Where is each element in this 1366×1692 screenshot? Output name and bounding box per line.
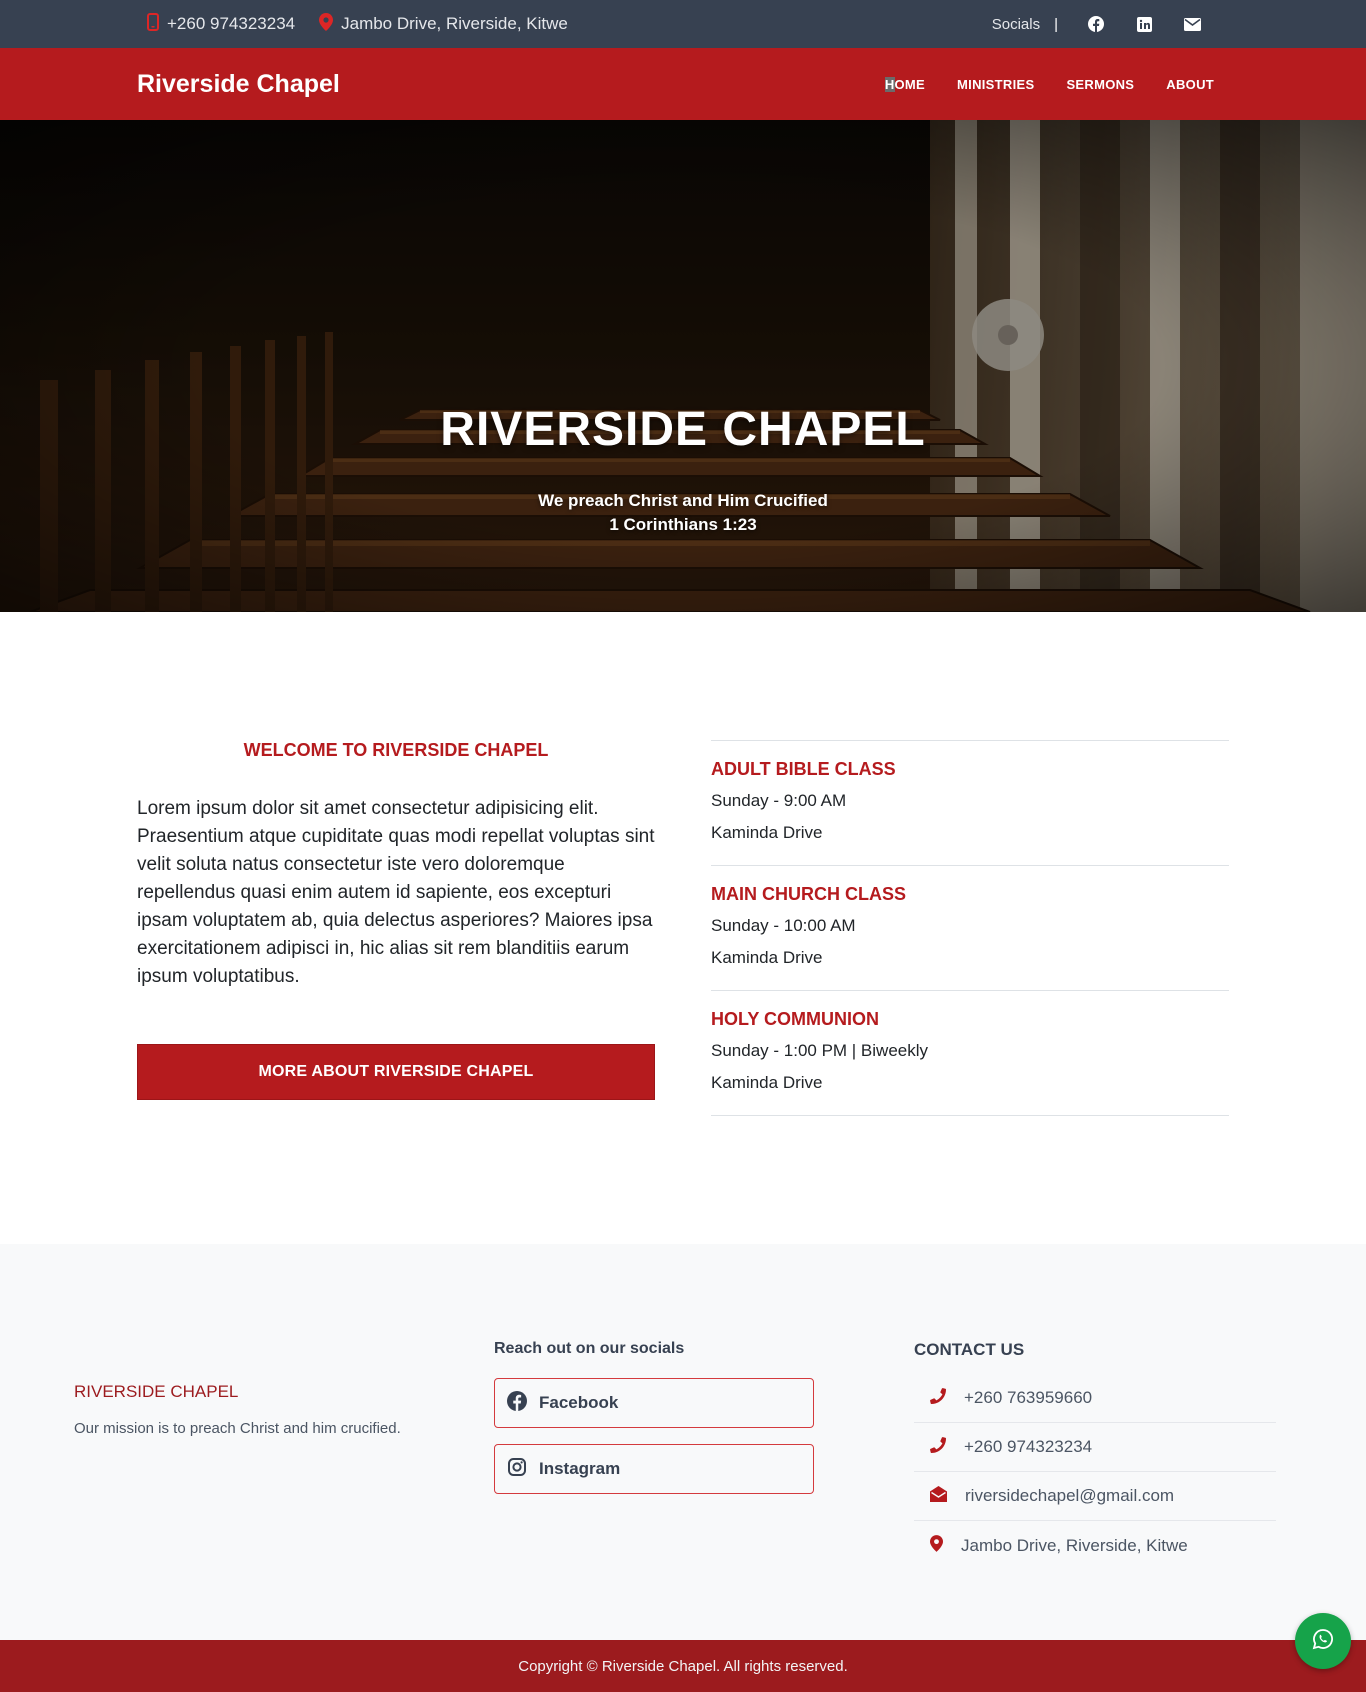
contact-phone-1[interactable]: +260 763959660 — [914, 1374, 1276, 1423]
hero-subtitle: We preach Christ and Him Crucified 1 Cor… — [0, 489, 1366, 537]
footer-contact: CONTACT US +260 763959660 +260 974323234… — [914, 1340, 1276, 1570]
service-item: HOLY COMMUNION Sunday - 1:00 PM | Biweek… — [711, 991, 1229, 1116]
service-location: Kaminda Drive — [711, 823, 823, 842]
socials-label: Socials — [991, 15, 1041, 33]
service-time: Sunday - 1:00 PM | Biweekly — [711, 1041, 929, 1060]
service-time: Sunday - 10:00 AM — [711, 916, 856, 935]
footer-brand: RIVERSIDE CHAPEL — [74, 1382, 239, 1401]
hero-title: RIVERSIDE CHAPEL — [440, 403, 926, 456]
contact-phone-1-text: +260 763959660 — [964, 1388, 1093, 1407]
welcome-section: WELCOME TO RIVERSIDE CHAPEL Lorem ipsum … — [137, 740, 655, 991]
topbar-address: Jambo Drive, Riverside, Kitwe — [319, 12, 568, 36]
envelope-open-icon — [930, 1485, 947, 1507]
service-location: Kaminda Drive — [711, 948, 823, 967]
nav-item-ministries[interactable]: MINISTRIES — [957, 77, 1034, 92]
topbar-phone[interactable]: +260 974323234 — [147, 12, 296, 36]
socials-separator: | — [1054, 15, 1058, 33]
mobile-phone-icon — [147, 12, 159, 36]
nav-menu: HOME MINISTRIES SERMONS ABOUT — [885, 48, 1214, 120]
footer-about: RIVERSIDE CHAPEL Our mission is to preac… — [74, 1382, 401, 1437]
facebook-icon — [507, 1390, 527, 1416]
nav-item-sermons[interactable]: SERMONS — [1066, 77, 1134, 92]
contact-phone-2-text: +260 974323234 — [964, 1437, 1093, 1456]
service-schedule: ADULT BIBLE CLASS Sunday - 9:00 AM Kamin… — [711, 740, 1229, 1116]
footer-mission: Our mission is to preach Christ and him … — [74, 1420, 401, 1437]
service-title: HOLY COMMUNION — [711, 1009, 880, 1029]
map-marker-icon — [319, 12, 334, 36]
contact-address-text: Jambo Drive, Riverside, Kitwe — [961, 1535, 1188, 1555]
whatsapp-button[interactable] — [1295, 1613, 1351, 1669]
whatsapp-icon — [1312, 1628, 1334, 1655]
contact-email[interactable]: riversidechapel@gmail.com — [914, 1472, 1276, 1521]
service-title: ADULT BIBLE CLASS — [711, 759, 896, 779]
service-item: MAIN CHURCH CLASS Sunday - 10:00 AM Kami… — [711, 866, 1229, 991]
service-item: ADULT BIBLE CLASS Sunday - 9:00 AM Kamin… — [711, 741, 1229, 866]
site-footer: RIVERSIDE CHAPEL Our mission is to preac… — [0, 1244, 1366, 1640]
topbar-phone-text: +260 974323234 — [167, 14, 296, 33]
welcome-heading: WELCOME TO RIVERSIDE CHAPEL — [243, 740, 549, 760]
contact-email-text: riversidechapel@gmail.com — [965, 1486, 1175, 1505]
topbar-address-text: Jambo Drive, Riverside, Kitwe — [341, 14, 568, 33]
facebook-label: Facebook — [539, 1393, 619, 1412]
contact-address: Jambo Drive, Riverside, Kitwe — [914, 1521, 1276, 1570]
service-title: MAIN CHURCH CLASS — [711, 884, 906, 904]
copyright-text: Copyright © Riverside Chapel. All rights… — [518, 1657, 848, 1675]
instagram-button[interactable]: Instagram — [494, 1444, 814, 1494]
map-marker-icon — [930, 1534, 943, 1557]
facebook-button[interactable]: Facebook — [494, 1378, 814, 1428]
phone-icon — [930, 1387, 946, 1409]
top-bar: +260 974323234 Jambo Drive, Riverside, K… — [0, 0, 1366, 48]
footer-socials-heading: Reach out on our socials — [494, 1340, 685, 1357]
copyright-bar: Copyright © Riverside Chapel. All rights… — [0, 1640, 1366, 1692]
hero-verse: 1 Corinthians 1:23 — [609, 515, 757, 534]
more-about-button[interactable]: MORE ABOUT RIVERSIDE CHAPEL — [137, 1044, 655, 1100]
church-pews-image — [0, 120, 1366, 612]
service-time: Sunday - 9:00 AM — [711, 791, 847, 810]
instagram-icon — [507, 1457, 527, 1482]
envelope-icon[interactable] — [1168, 17, 1216, 31]
footer-socials: Reach out on our socials Facebook Instag… — [494, 1340, 814, 1510]
nav-item-home[interactable]: HOME — [885, 77, 925, 92]
main-navbar: Riverside Chapel HOME MINISTRIES SERMONS… — [0, 48, 1366, 120]
instagram-label: Instagram — [539, 1459, 621, 1478]
site-brand[interactable]: Riverside Chapel — [137, 48, 340, 120]
contact-phone-2[interactable]: +260 974323234 — [914, 1423, 1276, 1472]
phone-icon — [930, 1436, 946, 1458]
hero-banner: RIVERSIDE CHAPEL We preach Christ and Hi… — [0, 120, 1366, 612]
welcome-body: Lorem ipsum dolor sit amet consectetur a… — [137, 798, 655, 987]
facebook-icon[interactable] — [1072, 16, 1120, 32]
hero-tagline: We preach Christ and Him Crucified — [538, 491, 828, 510]
linkedin-icon[interactable] — [1120, 16, 1168, 32]
nav-item-about[interactable]: ABOUT — [1166, 77, 1214, 92]
service-location: Kaminda Drive — [711, 1073, 823, 1092]
contact-heading: CONTACT US — [914, 1340, 1025, 1359]
